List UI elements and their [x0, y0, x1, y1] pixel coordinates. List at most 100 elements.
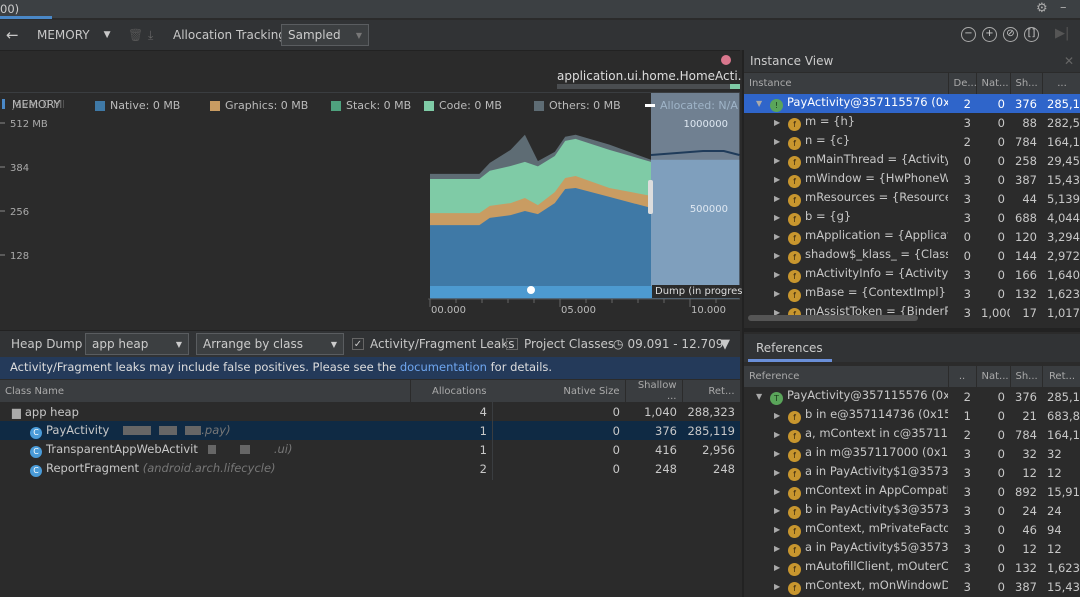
field-icon: f	[788, 213, 801, 226]
tree-row[interactable]: ▶ f mContext in AppCompatBu 3 0 892 15,912	[744, 482, 1080, 501]
tree-row[interactable]: ▶ f m = {h} 3 0 88 282,53	[744, 113, 1080, 132]
col-depth[interactable]: De...	[948, 73, 977, 94]
retained: 164,18	[1047, 134, 1080, 149]
tree-row[interactable]: ▶ f mMainThread = {ActivityThr 0 0 258 29,451	[744, 151, 1080, 170]
trash-icon[interactable]: 🗑	[128, 20, 143, 50]
col-retained[interactable]: Ret...	[1042, 366, 1080, 387]
reset-zoom-icon[interactable]: ⊘	[1003, 27, 1018, 42]
col-shallow[interactable]: Sh...	[1010, 366, 1043, 387]
root-row[interactable]: ▼! PayActivity@357115576 (0x15420376285,1…	[744, 94, 1080, 113]
root-row[interactable]: ▼ T PayActivity@357115576 (0x154 2 0 376 285,1…	[744, 387, 1080, 406]
collapsed-arrow-icon[interactable]: ▶	[774, 232, 782, 241]
graphics-swatch	[210, 100, 220, 111]
col-shallow[interactable]: Shallow ...	[625, 380, 683, 402]
tree-row[interactable]: ▶ f n = {c} 2 0 784 164,18	[744, 132, 1080, 151]
collapsed-arrow-icon[interactable]: ▶	[774, 525, 782, 534]
tree-row[interactable]: ▶ f mActivityInfo = {ActivityInfo 3 0 166 1,64…	[744, 265, 1080, 284]
expanded-arrow-icon[interactable]: ▼	[756, 392, 764, 401]
arrow-left-icon[interactable]: ←	[6, 20, 19, 50]
table-row[interactable]: C TransparentAppWebActivit .ui) 1 0 416 2,956	[0, 440, 740, 459]
table-row[interactable]: C PayActivity .pay) 1 0 376 285,119	[0, 421, 740, 440]
tree-row[interactable]: ▶ f mContext, mPrivateFactory 3 0 46 94	[744, 520, 1080, 539]
col-instance[interactable]: Instance	[744, 73, 949, 94]
arrange-select[interactable]: Arrange by class ▼	[196, 333, 344, 355]
filter-icon[interactable]: ▼	[720, 331, 730, 357]
profiler-select[interactable]: MEMORY ▼	[37, 20, 111, 50]
tree-row[interactable]: ▶ f mAutofillClient, mOuterCont 3 0 132 1,623	[744, 558, 1080, 577]
chart-legend: MEMORYJava: 0 MB Native: 0 MB Graphics: …	[0, 95, 740, 115]
col-depth[interactable]: ..	[948, 366, 977, 387]
allocation-tracking-select[interactable]: Sampled ▼	[281, 24, 369, 46]
col-native-size[interactable]: Native Size	[492, 380, 626, 402]
collapsed-arrow-icon[interactable]: ▶	[774, 289, 782, 298]
tree-row[interactable]: ▶ f a in PayActivity$5@357379 3 0 12 12	[744, 539, 1080, 558]
zoom-in-icon[interactable]: +	[982, 27, 997, 42]
heap-dump-icon[interactable]: ⤓	[148, 20, 153, 50]
tree-row[interactable]: ▶ f mResources = {Resources} 3 0 44 5,139	[744, 189, 1080, 208]
collapsed-arrow-icon[interactable]: ▶	[774, 175, 782, 184]
col-allocations[interactable]: Allocations	[410, 380, 493, 402]
legend-allocated: Allocated: N/A	[660, 99, 738, 112]
tree-row[interactable]: ▶ f b in e@357114736 (0x15492 1 0 21 683,85	[744, 406, 1080, 425]
collapsed-arrow-icon[interactable]: ▶	[774, 487, 782, 496]
tree-row[interactable]: ▶ f mWindow = {HwPhoneWind 3 0 387 15,431	[744, 170, 1080, 189]
tree-row[interactable]: ▶ f mContext, mOnWindowDis 3 0 387 15,431	[744, 577, 1080, 596]
col-shallow[interactable]: Sh...	[1010, 73, 1043, 94]
depth: 3	[963, 305, 971, 320]
col-reference[interactable]: Reference	[744, 366, 949, 387]
col-native[interactable]: Nat...	[976, 366, 1011, 387]
field-icon: f	[788, 118, 801, 131]
tree-row[interactable]: ▶ f mBase = {ContextImpl} 3 0 132 1,623	[744, 284, 1080, 303]
documentation-link[interactable]: documentation	[400, 360, 487, 374]
collapsed-arrow-icon[interactable]: ▶	[774, 194, 782, 203]
depth: 3	[963, 560, 971, 575]
collapsed-arrow-icon[interactable]: ▶	[774, 544, 782, 553]
col-retained[interactable]: ...	[1042, 73, 1080, 94]
collapsed-arrow-icon[interactable]: ▶	[774, 156, 782, 165]
instance-name: b = {g}	[805, 209, 852, 223]
collapsed-arrow-icon[interactable]: ▶	[774, 213, 782, 222]
collapsed-arrow-icon[interactable]: ▶	[774, 449, 782, 458]
collapsed-arrow-icon[interactable]: ▶	[774, 118, 782, 127]
collapsed-arrow-icon[interactable]: ▶	[774, 563, 782, 572]
collapsed-arrow-icon[interactable]: ▶	[774, 411, 782, 420]
tree-row[interactable]: ▶ f b = {g} 3 0 688 4,044	[744, 208, 1080, 227]
splitter[interactable]	[744, 328, 1080, 332]
table-row[interactable]: C ReportFragment (android.arch.lifecycle)…	[0, 459, 740, 478]
attach-icon[interactable]: []	[1024, 27, 1039, 42]
project-classes-checkbox[interactable]: Project Classes	[506, 331, 614, 357]
leaks-checkbox[interactable]: ✓ Activity/Fragment Leaks	[352, 331, 514, 357]
collapsed-arrow-icon[interactable]: ▶	[774, 468, 782, 477]
table-row[interactable]: ▆ app heap 4 0 1,040 288,323	[0, 402, 740, 421]
code-swatch	[424, 100, 434, 111]
gear-icon[interactable]: ⚙	[1036, 1, 1048, 16]
col-retained[interactable]: Ret...	[682, 380, 741, 402]
collapsed-arrow-icon[interactable]: ▶	[774, 270, 782, 279]
collapsed-arrow-icon[interactable]: ▶	[774, 251, 782, 260]
tree-row[interactable]: ▶ f mApplication = {Application 0 0 120 3,294	[744, 227, 1080, 246]
arrange-select-value: Arrange by class	[203, 337, 303, 351]
horizontal-scrollbar[interactable]	[748, 315, 918, 321]
tree-row[interactable]: ▶ f b in PayActivity$3@357379 3 0 24 24	[744, 501, 1080, 520]
minimize-icon[interactable]: –	[1060, 0, 1067, 15]
heap-select[interactable]: app heap ▼	[85, 333, 189, 355]
shallow: 144	[1015, 248, 1037, 263]
tree-row[interactable]: ▶ f a, mContext in c@35711479 2 0 784 164,18	[744, 425, 1080, 444]
tab-references[interactable]: References	[756, 341, 823, 355]
go-live-icon[interactable]: ▶|	[1055, 26, 1069, 41]
collapsed-arrow-icon[interactable]: ▶	[774, 582, 782, 591]
collapsed-arrow-icon[interactable]: ▶	[774, 137, 782, 146]
tree-row[interactable]: ▶ f a in m@357117000 (0x1549 3 0 32 32	[744, 444, 1080, 463]
expanded-arrow-icon[interactable]: ▼	[756, 99, 764, 108]
tree-row[interactable]: ▶ f shadow$_klass_ = {Class} 0 0 144 2,972	[744, 246, 1080, 265]
col-native[interactable]: Nat...	[976, 73, 1011, 94]
zoom-out-icon[interactable]: −	[961, 27, 976, 42]
close-icon[interactable]: ✕	[1064, 54, 1074, 68]
collapsed-arrow-icon[interactable]: ▶	[774, 506, 782, 515]
activity-timeline	[557, 84, 740, 89]
collapsed-arrow-icon[interactable]: ▶	[774, 430, 782, 439]
project-classes-label: Project Classes	[524, 337, 615, 351]
tree-row[interactable]: ▶ f a in PayActivity$1@3573798 3 0 12 12	[744, 463, 1080, 482]
retained: 15,912	[1047, 484, 1080, 499]
col-class-name[interactable]: Class Name	[0, 380, 411, 402]
